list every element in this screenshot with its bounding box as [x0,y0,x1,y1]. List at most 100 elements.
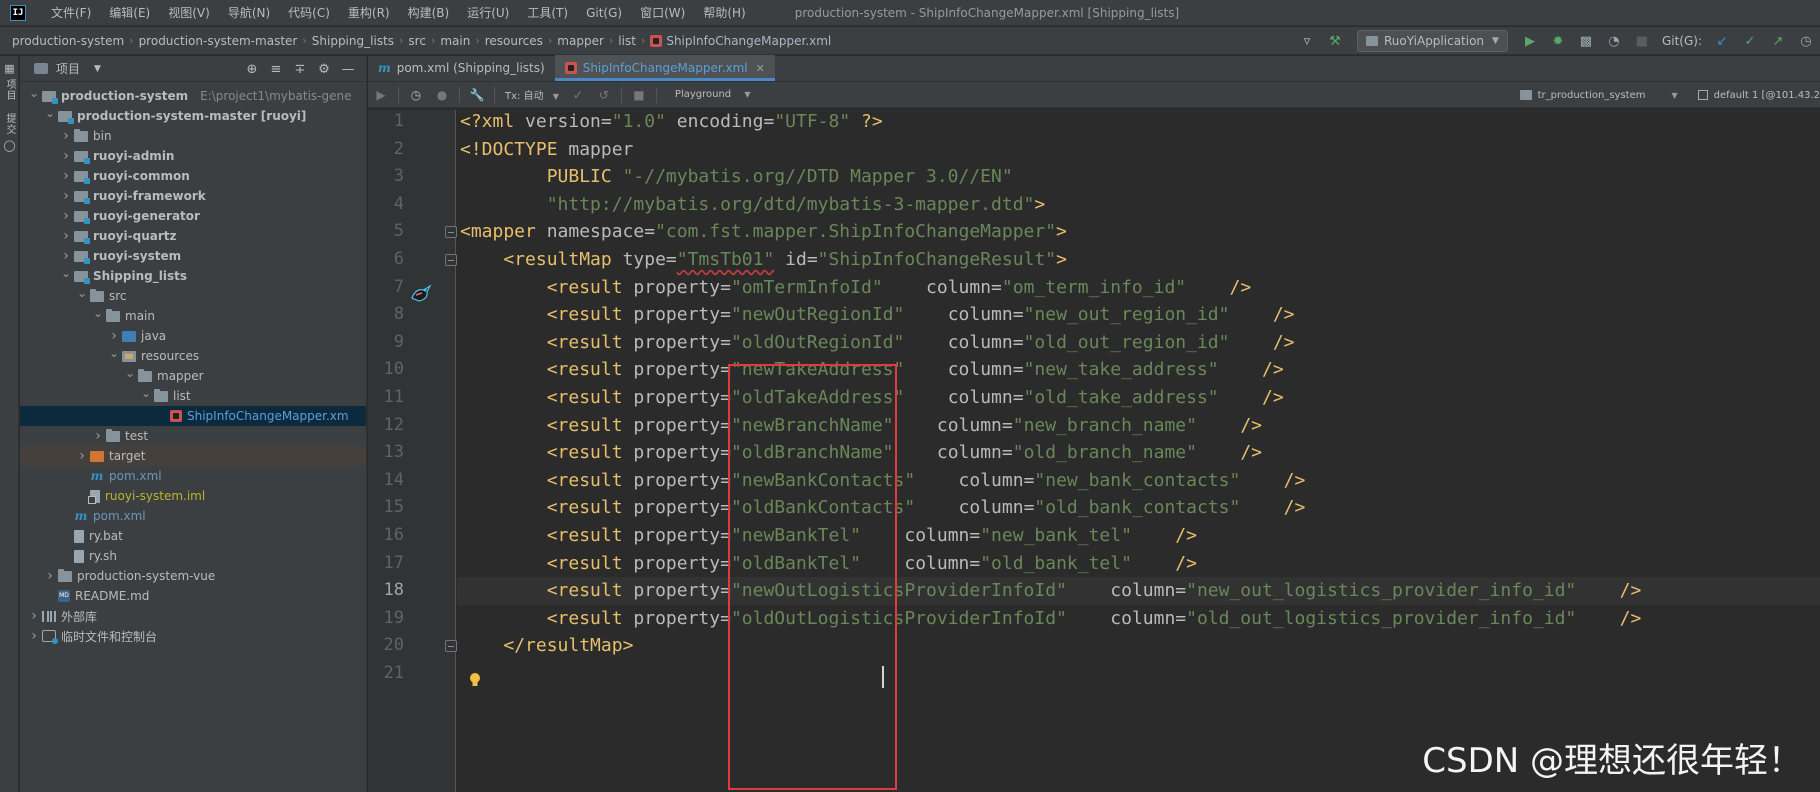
chevron-right-icon[interactable]: › [58,228,74,244]
menu-item[interactable]: 重构(R) [339,0,399,26]
tree-item[interactable]: › bin [20,126,366,146]
chevron-down-icon[interactable]: ⌄ [58,266,74,280]
rollback-icon[interactable]: ↺ [596,87,612,103]
project-panel-title[interactable]: 项目 [56,60,80,77]
record-icon[interactable]: ● [434,87,450,103]
tree-item[interactable]: ›mpom.xml [20,506,366,526]
schema-select[interactable]: tr_production_system ▼ [1519,90,1698,101]
chevron-right-icon[interactable]: › [58,128,74,144]
run-configuration-select[interactable]: RuoYiApplication ▼ [1357,30,1508,52]
execute-icon[interactable]: ▶ [373,87,389,103]
transaction-mode-select[interactable]: Tx: 自动 ▼ [505,87,559,102]
tree-item[interactable]: › ruoyi-generator [20,206,366,226]
tree-item[interactable]: ›ShipInfoChangeMapper.xm [20,406,366,426]
tree-item[interactable]: › ruoyi-framework [20,186,366,206]
chevron-right-icon[interactable]: › [90,428,106,444]
tree-item[interactable]: › java [20,326,366,346]
menu-item[interactable]: 代码(C) [279,0,339,26]
tree-item[interactable]: ⌄ Shipping_lists [20,266,366,286]
chevron-right-icon[interactable]: › [58,208,74,224]
chevron-right-icon[interactable]: › [42,568,58,584]
breadcrumb-item[interactable]: resources [485,34,543,48]
git-commit-icon[interactable]: ✓ [1742,33,1758,49]
chevron-right-icon[interactable]: › [58,248,74,264]
project-tool-tab[interactable]: ▦ 项目 [0,56,19,107]
breadcrumb-item[interactable]: list [618,34,636,48]
chevron-right-icon[interactable]: › [58,188,74,204]
chevron-right-icon[interactable]: › [74,448,90,464]
tree-item[interactable]: › ruoyi-quartz [20,226,366,246]
locate-file-icon[interactable]: ⊕ [244,61,260,77]
tree-item[interactable]: › 外部库 [20,606,366,626]
tree-item[interactable]: ⌄ resources [20,346,366,366]
breadcrumb-item[interactable]: mapper [557,34,604,48]
tree-item[interactable]: › test [20,426,366,446]
menu-item[interactable]: 导航(N) [219,0,279,26]
menu-item[interactable]: 窗口(W) [631,0,694,26]
tree-item[interactable]: ⌄ production-system E:\project1\mybatis-ge… [20,86,366,106]
git-update-icon[interactable]: ↙ [1714,33,1730,49]
breadcrumb-item[interactable]: production-system [12,34,124,48]
editor-tab[interactable]: ShipInfoChangeMapper.xml ✕ [554,55,776,81]
tree-item[interactable]: › ruoyi-system [20,246,366,266]
tree-item[interactable]: › ruoyi-common [20,166,366,186]
tree-item[interactable]: ›mpom.xml [20,466,366,486]
chevron-down-icon[interactable]: ⌄ [42,106,58,120]
tree-item[interactable]: ⌄ production-system-master [ruoyi] [20,106,366,126]
commit-icon[interactable]: ✓ [570,87,586,103]
chevron-down-icon[interactable]: ▼ [94,64,101,74]
breadcrumb-item[interactable]: ShipInfoChangeMapper.xml [650,34,831,48]
tree-item[interactable]: ⌄ main [20,306,366,326]
tree-item[interactable]: › target [20,446,366,466]
menu-item[interactable]: 视图(V) [159,0,219,26]
tree-item[interactable]: ›ry.bat [20,526,366,546]
chevron-down-icon[interactable]: ⌄ [26,86,42,100]
chevron-down-icon[interactable]: ⌄ [90,306,106,320]
build-hammer-icon[interactable]: ⚒ [1327,33,1343,49]
history-icon[interactable]: ◷ [1798,33,1814,49]
commit-tool-tab[interactable]: 提交 ◯ [0,107,19,162]
code-editor[interactable]: 1 2 3 4 5 6 7 8 9 10 11 12 13 14 15 16 17 18 19 20 21 <?xml … [368,110,1820,792]
menu-item[interactable]: 编辑(E) [100,0,159,26]
close-icon[interactable]: ✕ [756,62,765,75]
collapse-all-icon[interactable]: ∓ [292,61,308,77]
mybatis-bird-icon[interactable] [410,282,432,304]
chevron-down-icon[interactable]: ⌄ [138,386,154,400]
expand-all-icon[interactable]: ≡ [268,61,284,77]
profile-icon[interactable]: ◔ [1606,33,1622,49]
menu-item[interactable]: 工具(T) [518,0,577,26]
playground-select[interactable]: Playground ▼ [675,89,751,100]
tree-item[interactable]: ›ry.sh [20,546,366,566]
tree-item[interactable]: ›MDREADME.md [20,586,366,606]
lightbulb-icon[interactable] [469,672,481,688]
hide-panel-icon[interactable]: — [340,61,356,77]
menu-item[interactable]: 帮助(H) [694,0,754,26]
chevron-right-icon[interactable]: › [58,148,74,164]
user-icon[interactable]: ▿ [1299,33,1315,49]
tree-item[interactable]: ⌄ mapper [20,366,366,386]
tree-item[interactable]: › production-system-vue [20,566,366,586]
chevron-down-icon[interactable]: ⌄ [122,366,138,380]
fold-icon[interactable] [445,254,457,266]
chevron-down-icon[interactable]: ⌄ [106,346,122,360]
stop-icon[interactable]: ■ [631,87,647,103]
debug-icon[interactable]: ✹ [1550,33,1566,49]
editor-tab[interactable]: m pom.xml (Shipping_lists) [368,55,555,81]
breadcrumb-item[interactable]: main [440,34,470,48]
breadcrumb-item[interactable]: production-system-master [139,34,298,48]
chevron-right-icon[interactable]: › [106,328,122,344]
fold-icon[interactable] [445,640,457,653]
stop-icon[interactable]: ■ [1634,33,1650,49]
session-select[interactable]: default 1 [@101.43.2 [1697,90,1820,101]
gear-icon[interactable]: ⚙ [316,61,332,77]
tree-item[interactable]: › 临时文件和控制台 [20,626,366,646]
chevron-right-icon[interactable]: › [58,168,74,184]
menu-item[interactable]: 文件(F) [42,0,100,26]
tree-item[interactable]: › ruoyi-admin [20,146,366,166]
history-icon[interactable]: ◷ [408,87,424,103]
breadcrumb-item[interactable]: src [408,34,426,48]
coverage-icon[interactable]: ▩ [1578,33,1594,49]
tree-item[interactable]: ⌄ list [20,386,366,406]
breadcrumb-item[interactable]: Shipping_lists [312,34,394,48]
tree-item[interactable]: ⌄ src [20,286,366,306]
